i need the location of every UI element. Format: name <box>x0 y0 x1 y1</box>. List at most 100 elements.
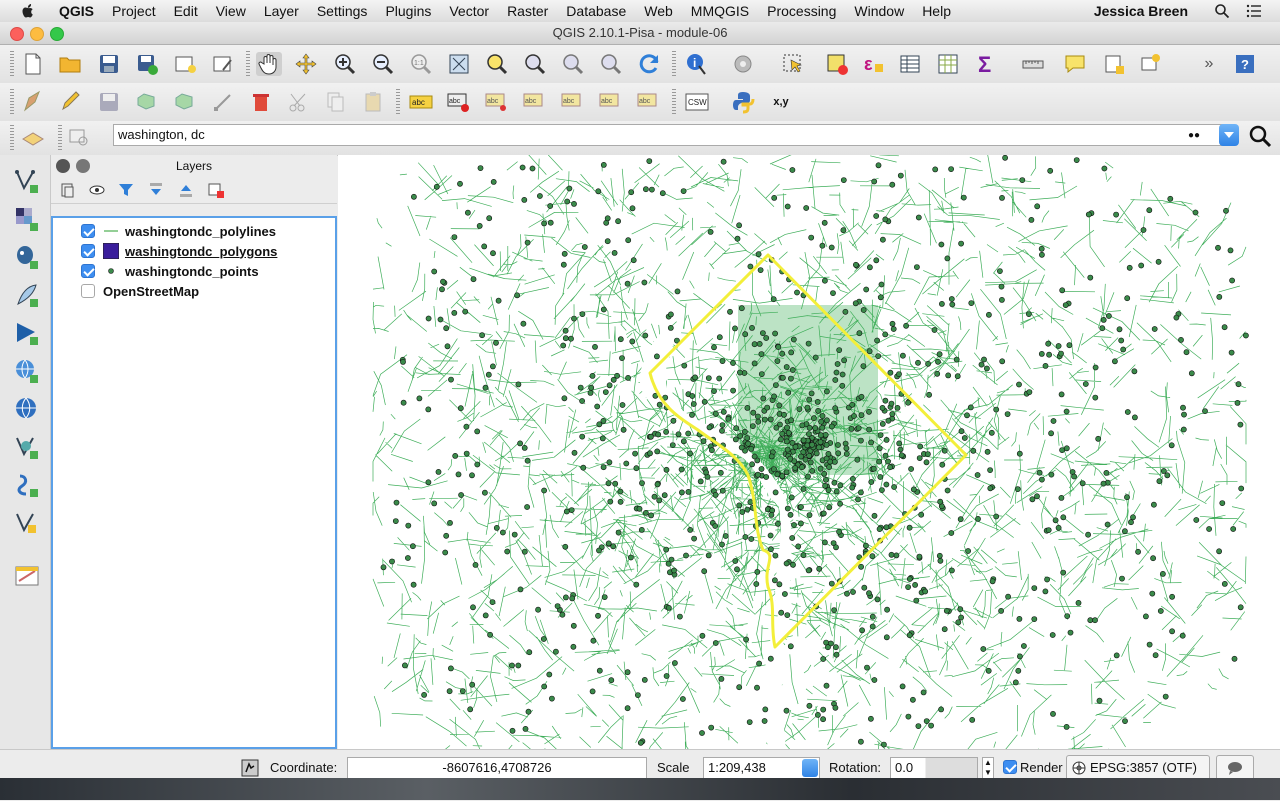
cut-features-icon[interactable] <box>286 90 312 114</box>
menu-view[interactable]: View <box>207 3 255 19</box>
new-bookmark-icon[interactable] <box>1101 52 1127 76</box>
zoom-next-icon[interactable] <box>598 52 624 76</box>
change-label-icon[interactable]: abc <box>636 90 662 114</box>
zoom-last-icon[interactable] <box>560 52 586 76</box>
zoom-to-selection-icon[interactable] <box>484 52 510 76</box>
toolbar-grip[interactable] <box>10 125 14 151</box>
map-render[interactable] <box>338 155 1280 749</box>
pin-labels-icon[interactable]: abc <box>484 90 510 114</box>
rotation-field[interactable]: 0.0 <box>890 757 978 779</box>
menu-vector[interactable]: Vector <box>440 3 498 19</box>
layer-row-polylines[interactable]: washingtondc_polylines <box>81 221 276 241</box>
coordinate-capture-icon[interactable]: x,y <box>768 90 794 114</box>
layer-row-polygons[interactable]: washingtondc_polygons <box>81 241 277 261</box>
toggle-editing-icon[interactable] <box>57 90 83 114</box>
add-vector-layer-icon[interactable] <box>13 167 41 195</box>
toolbar-grip[interactable] <box>672 51 676 77</box>
add-mssql-layer-icon[interactable] <box>13 319 41 347</box>
menu-project[interactable]: Project <box>103 3 165 19</box>
menu-mmqgis[interactable]: MMQGIS <box>682 3 758 19</box>
menu-web[interactable]: Web <box>635 3 682 19</box>
add-delimited-text-layer-icon[interactable] <box>13 471 41 499</box>
spotlight-search-icon[interactable] <box>1214 3 1230 19</box>
move-label-icon[interactable]: abc <box>560 90 586 114</box>
menu-raster[interactable]: Raster <box>498 3 557 19</box>
open-attribute-table-icon[interactable] <box>897 52 923 76</box>
layer-labeling-icon[interactable]: abc <box>408 90 434 114</box>
menu-database[interactable]: Database <box>557 3 635 19</box>
menu-help[interactable]: Help <box>913 3 960 19</box>
user-name[interactable]: Jessica Breen <box>1094 3 1188 19</box>
paste-features-icon[interactable] <box>360 90 386 114</box>
toolbar-grip[interactable] <box>672 89 676 115</box>
notification-center-icon[interactable] <box>1246 3 1262 19</box>
zoom-out-icon[interactable] <box>370 52 396 76</box>
close-panel-icon[interactable] <box>56 159 70 173</box>
add-feature-icon[interactable] <box>134 90 160 114</box>
window-close-button[interactable] <box>10 27 24 41</box>
zoom-native-icon[interactable]: 1:1 <box>408 52 434 76</box>
save-project-icon[interactable] <box>96 52 122 76</box>
new-print-composer-icon[interactable] <box>172 52 198 76</box>
collapse-all-icon[interactable] <box>177 181 195 199</box>
add-raster-layer-icon[interactable] <box>13 205 41 233</box>
search-icon[interactable] <box>1247 124 1273 148</box>
select-by-expression-icon[interactable]: ε <box>860 52 886 76</box>
save-as-icon[interactable] <box>134 52 160 76</box>
rotation-spinner[interactable]: ▲ ▼ <box>982 757 994 779</box>
remove-layer-icon[interactable] <box>207 181 225 199</box>
identify-features-icon[interactable]: i <box>684 52 710 76</box>
toolbar-grip[interactable] <box>246 51 250 77</box>
zoom-to-layer-icon[interactable] <box>522 52 548 76</box>
statistical-summary-icon[interactable]: Σ <box>973 52 999 76</box>
toolbar-grip[interactable] <box>10 89 14 115</box>
apple-icon[interactable] <box>20 3 36 19</box>
layer-visibility-checkbox[interactable] <box>81 284 95 298</box>
move-feature-icon[interactable] <box>172 90 198 114</box>
deselect-features-icon[interactable] <box>824 52 850 76</box>
add-group-icon[interactable] <box>59 181 77 199</box>
coordinate-field[interactable]: -8607616,4708726 <box>347 757 647 779</box>
current-edits-icon[interactable] <box>20 90 46 114</box>
help-contents-icon[interactable]: ? <box>1232 52 1258 76</box>
delete-selected-icon[interactable] <box>248 90 274 114</box>
layer-row-openstreetmap[interactable]: OpenStreetMap <box>81 281 199 301</box>
add-wms-layer-icon[interactable] <box>13 357 41 385</box>
pan-to-selection-icon[interactable] <box>293 52 319 76</box>
run-feature-action-icon[interactable] <box>730 52 756 76</box>
measure-line-icon[interactable] <box>1020 52 1046 76</box>
menu-app-qgis[interactable]: QGIS <box>50 3 103 19</box>
layer-visibility-checkbox[interactable] <box>81 264 95 278</box>
search-dropdown-button[interactable] <box>1219 124 1239 146</box>
scale-combobox[interactable]: 1:209,438 <box>703 757 820 779</box>
add-postgis-layer-icon[interactable] <box>13 243 41 271</box>
text-annotation-icon[interactable] <box>1137 52 1163 76</box>
show-hide-labels-icon[interactable]: abc <box>522 90 548 114</box>
add-spatialite-layer-icon[interactable] <box>13 281 41 309</box>
menu-settings[interactable]: Settings <box>308 3 377 19</box>
toolbar-grip[interactable] <box>58 125 62 151</box>
rotate-label-icon[interactable]: abc <box>598 90 624 114</box>
layer-visibility-checkbox[interactable] <box>81 244 95 258</box>
clear-search-icon[interactable]: ●● <box>1188 130 1200 141</box>
add-wcs-layer-icon[interactable] <box>13 395 41 423</box>
toolbar-overflow-icon[interactable]: » <box>1196 52 1222 76</box>
filter-legend-icon[interactable] <box>117 181 135 199</box>
python-console-icon[interactable] <box>730 90 756 114</box>
new-shapefile-layer-icon[interactable] <box>13 509 41 537</box>
manage-visibility-icon[interactable] <box>89 181 107 199</box>
toolbar-grip[interactable] <box>396 89 400 115</box>
search-history-icon[interactable] <box>66 125 92 149</box>
add-wfs-layer-icon[interactable] <box>13 433 41 461</box>
expand-all-icon[interactable] <box>147 181 165 199</box>
new-gpx-layer-icon[interactable] <box>13 563 41 591</box>
menu-layer[interactable]: Layer <box>255 3 308 19</box>
render-checkbox[interactable] <box>1003 760 1017 774</box>
composer-manager-icon[interactable] <box>210 52 236 76</box>
layer-tree[interactable]: washingtondc_polylines washingtondc_poly… <box>51 216 337 749</box>
highlight-pinned-labels-icon[interactable]: abc <box>446 90 472 114</box>
csw-metasearch-icon[interactable]: CSW <box>684 90 710 114</box>
copy-features-icon[interactable] <box>322 90 348 114</box>
toggle-extents-icon[interactable] <box>240 758 260 778</box>
select-features-icon[interactable] <box>780 52 806 76</box>
